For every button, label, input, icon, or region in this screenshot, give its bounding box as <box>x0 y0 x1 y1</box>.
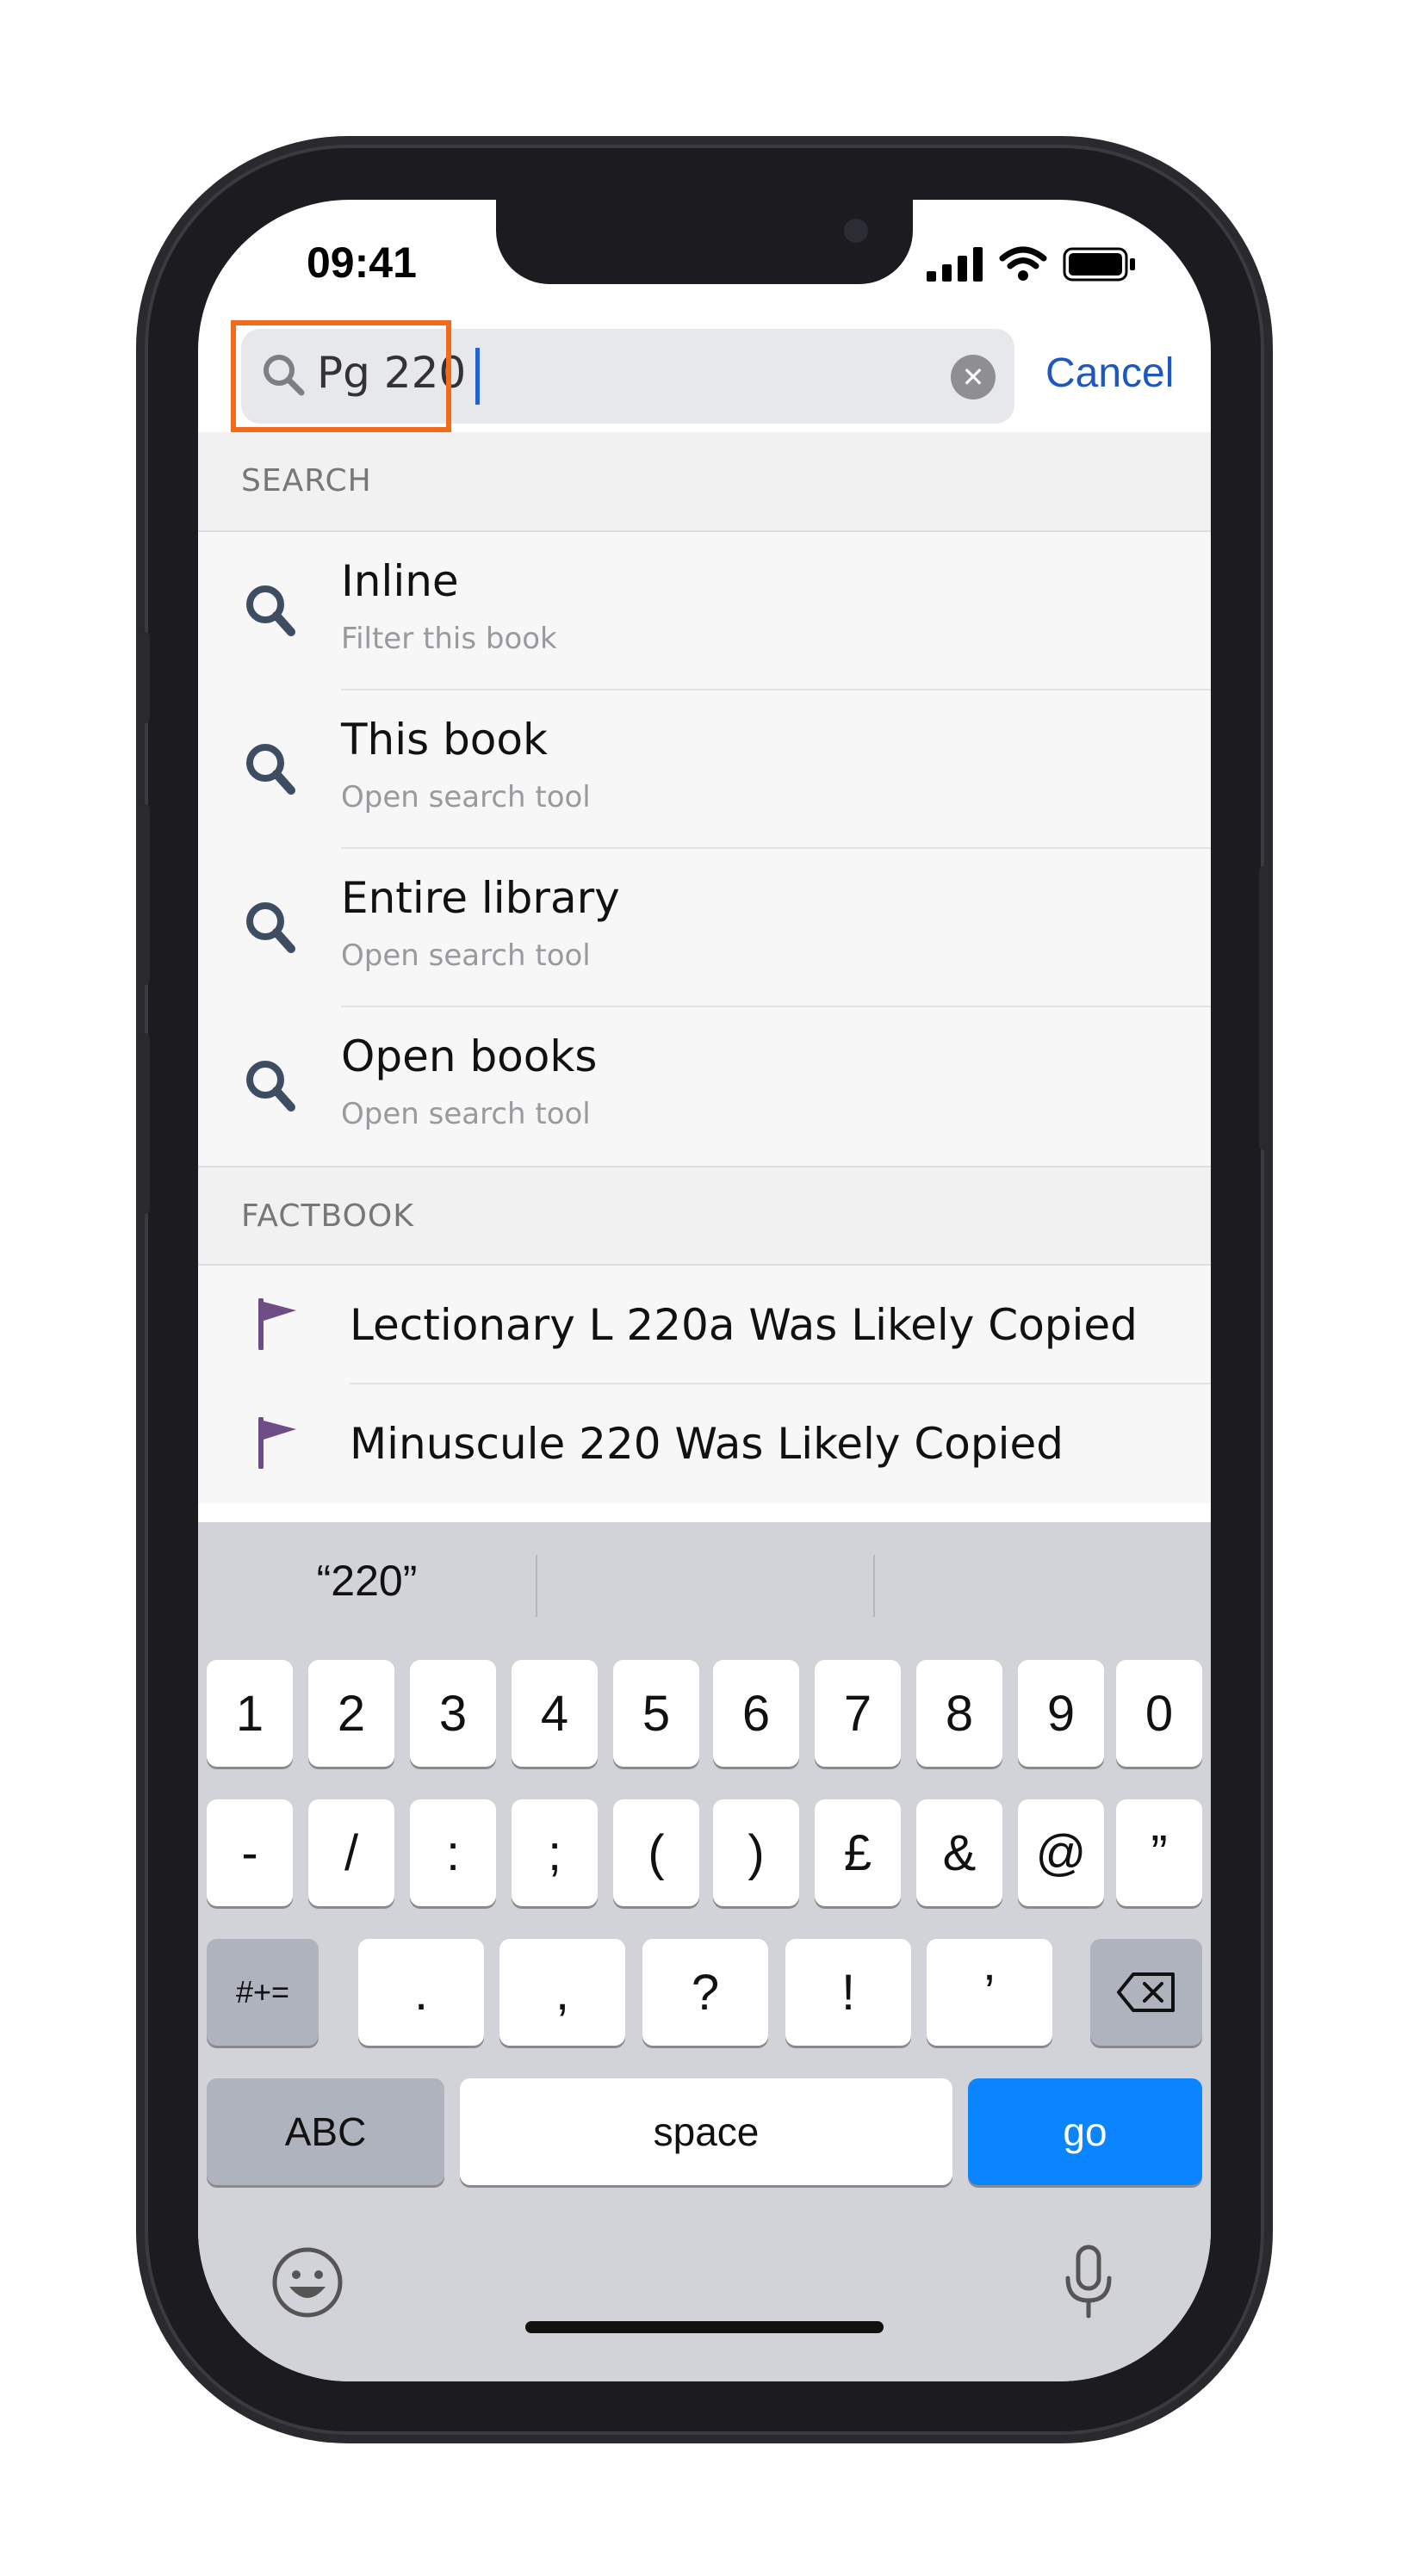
key-apostrophe[interactable]: ’ <box>927 1939 1052 2046</box>
volume-down-button <box>140 1033 150 1214</box>
suggestion-3[interactable] <box>875 1522 1211 1639</box>
wifi-icon <box>999 246 1047 281</box>
option-subtitle: Filter this book <box>341 622 557 656</box>
flag-icon <box>258 1298 296 1350</box>
key-8[interactable]: 8 <box>916 1660 1002 1767</box>
status-time: 09:41 <box>307 238 417 287</box>
text-cursor <box>475 348 480 405</box>
suggestion-1[interactable]: “220” <box>198 1522 536 1639</box>
key-more-symbols[interactable]: #+= <box>207 1939 319 2046</box>
search-icon <box>246 1061 295 1112</box>
flag-icon <box>258 1417 296 1469</box>
key-colon[interactable]: : <box>410 1799 496 1906</box>
clear-icon[interactable]: ✕ <box>951 355 996 399</box>
camera <box>844 219 868 243</box>
screen: 09:41 Pg 220 ✕ Cancel SEARCH Inline Filt… <box>198 200 1211 2381</box>
search-option-inline[interactable]: Inline Filter this book <box>198 532 1211 690</box>
mic-icon[interactable] <box>1063 2244 1114 2321</box>
status-icons <box>927 246 1137 282</box>
home-indicator[interactable] <box>525 2321 884 2333</box>
option-title: This book <box>341 715 548 765</box>
option-subtitle: Open search tool <box>341 938 591 973</box>
key-ampersand[interactable]: & <box>916 1799 1002 1906</box>
volume-up-button <box>140 804 150 985</box>
section-header-search: SEARCH <box>198 432 1211 532</box>
factbook-title: Lectionary L 220a Was Likely Copied <box>350 1300 1138 1350</box>
key-hyphen[interactable]: - <box>207 1799 293 1906</box>
notch <box>496 200 913 284</box>
option-subtitle: Open search tool <box>341 1097 591 1131</box>
search-option-entire-library[interactable]: Entire library Open search tool <box>198 849 1211 1007</box>
search-icon <box>246 585 295 636</box>
keyboard: “220” 1 2 3 4 5 6 7 8 9 0 - / : ; ( ) £ … <box>198 1522 1211 2381</box>
battery-icon <box>1063 247 1135 282</box>
cancel-button[interactable]: Cancel <box>1045 350 1174 397</box>
key-0[interactable]: 0 <box>1116 1660 1202 1767</box>
key-4[interactable]: 4 <box>512 1660 598 1767</box>
factbook-title: Minuscule 220 Was Likely Copied <box>350 1419 1064 1469</box>
key-slash[interactable]: / <box>308 1799 394 1906</box>
search-icon <box>246 744 295 795</box>
predictive-bar: “220” <box>198 1522 1211 1639</box>
search-bar: Pg 220 ✕ Cancel <box>198 312 1211 432</box>
power-button <box>1259 866 1269 1150</box>
key-abc[interactable]: ABC <box>207 2078 444 2185</box>
key-exclamation[interactable]: ! <box>785 1939 911 2046</box>
delete-key[interactable] <box>1090 1939 1202 2046</box>
key-comma[interactable]: , <box>499 1939 625 2046</box>
key-6[interactable]: 6 <box>713 1660 799 1767</box>
key-close-paren[interactable]: ) <box>713 1799 799 1906</box>
key-pound[interactable]: £ <box>815 1799 901 1906</box>
cellular-signal-icon <box>927 247 983 282</box>
key-go[interactable]: go <box>968 2078 1202 2185</box>
factbook-item[interactable]: Minuscule 220 Was Likely Copied <box>198 1384 1211 1503</box>
search-option-this-book[interactable]: This book Open search tool <box>198 690 1211 849</box>
key-3[interactable]: 3 <box>410 1660 496 1767</box>
key-2[interactable]: 2 <box>308 1660 394 1767</box>
suggestion-2[interactable] <box>537 1522 873 1639</box>
search-option-open-books[interactable]: Open books Open search tool <box>198 1007 1211 1166</box>
search-icon <box>246 902 295 953</box>
key-question[interactable]: ? <box>642 1939 768 2046</box>
key-9[interactable]: 9 <box>1018 1660 1104 1767</box>
search-results: SEARCH Inline Filter this book This book… <box>198 432 1211 1503</box>
key-period[interactable]: . <box>358 1939 484 2046</box>
input-highlight-box <box>231 320 451 432</box>
option-title: Open books <box>341 1031 598 1081</box>
key-semicolon[interactable]: ; <box>512 1799 598 1906</box>
key-5[interactable]: 5 <box>613 1660 699 1767</box>
emoji-icon[interactable] <box>270 2245 344 2319</box>
option-title: Entire library <box>341 873 620 923</box>
option-title: Inline <box>341 556 459 606</box>
key-open-paren[interactable]: ( <box>613 1799 699 1906</box>
section-header-factbook: FACTBOOK <box>198 1166 1211 1266</box>
mute-switch <box>140 632 150 723</box>
key-at[interactable]: @ <box>1018 1799 1104 1906</box>
key-space[interactable]: space <box>460 2078 952 2185</box>
option-subtitle: Open search tool <box>341 780 591 814</box>
factbook-item[interactable]: Lectionary L 220a Was Likely Copied <box>198 1266 1211 1384</box>
delete-icon <box>1117 1972 1175 2012</box>
key-quote[interactable]: ” <box>1116 1799 1202 1906</box>
key-7[interactable]: 7 <box>815 1660 901 1767</box>
key-1[interactable]: 1 <box>207 1660 293 1767</box>
